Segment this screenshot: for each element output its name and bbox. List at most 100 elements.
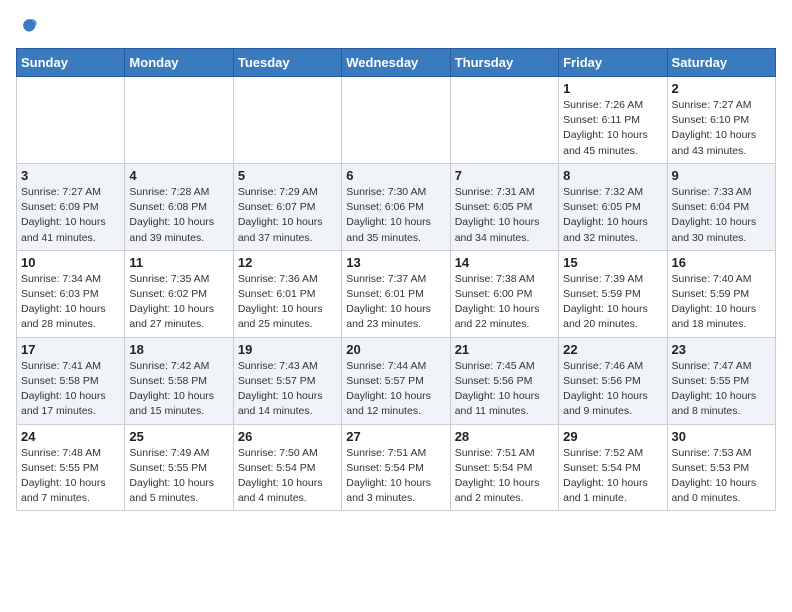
logo — [16, 16, 40, 38]
day-info: Sunrise: 7:35 AM Sunset: 6:02 PM Dayligh… — [129, 272, 228, 333]
calendar-header-row: SundayMondayTuesdayWednesdayThursdayFrid… — [17, 49, 776, 77]
calendar-header-friday: Friday — [559, 49, 667, 77]
day-info: Sunrise: 7:27 AM Sunset: 6:10 PM Dayligh… — [672, 98, 771, 159]
calendar-header-thursday: Thursday — [450, 49, 558, 77]
calendar-cell: 23 Sunrise: 7:47 AM Sunset: 5:55 PM Dayli… — [667, 337, 775, 424]
calendar-cell — [125, 77, 233, 164]
day-info: Sunrise: 7:34 AM Sunset: 6:03 PM Dayligh… — [21, 272, 120, 333]
calendar-header-sunday: Sunday — [17, 49, 125, 77]
calendar-cell: 17 Sunrise: 7:41 AM Sunset: 5:58 PM Dayli… — [17, 337, 125, 424]
day-info: Sunrise: 7:48 AM Sunset: 5:55 PM Dayligh… — [21, 446, 120, 507]
day-info: Sunrise: 7:43 AM Sunset: 5:57 PM Dayligh… — [238, 359, 337, 420]
calendar-cell: 24 Sunrise: 7:48 AM Sunset: 5:55 PM Dayli… — [17, 424, 125, 511]
calendar-cell — [450, 77, 558, 164]
day-number: 19 — [238, 342, 337, 357]
day-info: Sunrise: 7:50 AM Sunset: 5:54 PM Dayligh… — [238, 446, 337, 507]
calendar-cell: 26 Sunrise: 7:50 AM Sunset: 5:54 PM Dayli… — [233, 424, 341, 511]
day-info: Sunrise: 7:46 AM Sunset: 5:56 PM Dayligh… — [563, 359, 662, 420]
calendar-cell: 14 Sunrise: 7:38 AM Sunset: 6:00 PM Dayli… — [450, 250, 558, 337]
day-info: Sunrise: 7:42 AM Sunset: 5:58 PM Dayligh… — [129, 359, 228, 420]
calendar-cell: 29 Sunrise: 7:52 AM Sunset: 5:54 PM Dayli… — [559, 424, 667, 511]
day-number: 28 — [455, 429, 554, 444]
calendar-table: SundayMondayTuesdayWednesdayThursdayFrid… — [16, 48, 776, 511]
calendar-cell: 8 Sunrise: 7:32 AM Sunset: 6:05 PM Daylig… — [559, 163, 667, 250]
day-number: 11 — [129, 255, 228, 270]
day-number: 23 — [672, 342, 771, 357]
day-number: 26 — [238, 429, 337, 444]
day-number: 17 — [21, 342, 120, 357]
day-info: Sunrise: 7:29 AM Sunset: 6:07 PM Dayligh… — [238, 185, 337, 246]
day-number: 4 — [129, 168, 228, 183]
calendar-cell: 28Sunrise: 7:51 AM Sunset: 5:54 PM Dayli… — [450, 424, 558, 511]
day-info: Sunrise: 7:26 AM Sunset: 6:11 PM Dayligh… — [563, 98, 662, 159]
day-info: Sunrise: 7:39 AM Sunset: 5:59 PM Dayligh… — [563, 272, 662, 333]
calendar-cell: 15 Sunrise: 7:39 AM Sunset: 5:59 PM Dayli… — [559, 250, 667, 337]
calendar-cell: 9Sunrise: 7:33 AM Sunset: 6:04 PM Daylig… — [667, 163, 775, 250]
calendar-cell — [233, 77, 341, 164]
logo-bird-icon — [18, 16, 40, 38]
calendar-header-monday: Monday — [125, 49, 233, 77]
day-number: 6 — [346, 168, 445, 183]
calendar-week-2: 3 Sunrise: 7:27 AM Sunset: 6:09 PM Daylig… — [17, 163, 776, 250]
calendar-cell: 30 Sunrise: 7:53 AM Sunset: 5:53 PM Dayli… — [667, 424, 775, 511]
calendar-header-wednesday: Wednesday — [342, 49, 450, 77]
calendar-cell: 11 Sunrise: 7:35 AM Sunset: 6:02 PM Dayli… — [125, 250, 233, 337]
calendar-cell: 5 Sunrise: 7:29 AM Sunset: 6:07 PM Daylig… — [233, 163, 341, 250]
day-info: Sunrise: 7:31 AM Sunset: 6:05 PM Dayligh… — [455, 185, 554, 246]
calendar-week-3: 10 Sunrise: 7:34 AM Sunset: 6:03 PM Dayli… — [17, 250, 776, 337]
day-number: 30 — [672, 429, 771, 444]
day-info: Sunrise: 7:44 AM Sunset: 5:57 PM Dayligh… — [346, 359, 445, 420]
calendar-cell: 21 Sunrise: 7:45 AM Sunset: 5:56 PM Dayli… — [450, 337, 558, 424]
day-number: 3 — [21, 168, 120, 183]
calendar-week-5: 24 Sunrise: 7:48 AM Sunset: 5:55 PM Dayli… — [17, 424, 776, 511]
calendar-week-1: 1Sunrise: 7:26 AM Sunset: 6:11 PM Daylig… — [17, 77, 776, 164]
day-info: Sunrise: 7:37 AM Sunset: 6:01 PM Dayligh… — [346, 272, 445, 333]
calendar-cell: 13 Sunrise: 7:37 AM Sunset: 6:01 PM Dayli… — [342, 250, 450, 337]
calendar-cell: 18 Sunrise: 7:42 AM Sunset: 5:58 PM Dayli… — [125, 337, 233, 424]
calendar-cell: 10 Sunrise: 7:34 AM Sunset: 6:03 PM Dayli… — [17, 250, 125, 337]
day-info: Sunrise: 7:27 AM Sunset: 6:09 PM Dayligh… — [21, 185, 120, 246]
day-info: Sunrise: 7:32 AM Sunset: 6:05 PM Dayligh… — [563, 185, 662, 246]
day-info: Sunrise: 7:47 AM Sunset: 5:55 PM Dayligh… — [672, 359, 771, 420]
calendar-header-tuesday: Tuesday — [233, 49, 341, 77]
day-number: 29 — [563, 429, 662, 444]
day-info: Sunrise: 7:53 AM Sunset: 5:53 PM Dayligh… — [672, 446, 771, 507]
day-info: Sunrise: 7:52 AM Sunset: 5:54 PM Dayligh… — [563, 446, 662, 507]
day-number: 7 — [455, 168, 554, 183]
day-number: 8 — [563, 168, 662, 183]
day-info: Sunrise: 7:36 AM Sunset: 6:01 PM Dayligh… — [238, 272, 337, 333]
calendar-cell: 6 Sunrise: 7:30 AM Sunset: 6:06 PM Daylig… — [342, 163, 450, 250]
day-number: 13 — [346, 255, 445, 270]
calendar-cell: 19 Sunrise: 7:43 AM Sunset: 5:57 PM Dayli… — [233, 337, 341, 424]
day-number: 2 — [672, 81, 771, 96]
day-info: Sunrise: 7:49 AM Sunset: 5:55 PM Dayligh… — [129, 446, 228, 507]
calendar-cell: 7 Sunrise: 7:31 AM Sunset: 6:05 PM Daylig… — [450, 163, 558, 250]
day-info: Sunrise: 7:41 AM Sunset: 5:58 PM Dayligh… — [21, 359, 120, 420]
calendar-cell: 16Sunrise: 7:40 AM Sunset: 5:59 PM Dayli… — [667, 250, 775, 337]
day-number: 27 — [346, 429, 445, 444]
calendar-cell: 27 Sunrise: 7:51 AM Sunset: 5:54 PM Dayli… — [342, 424, 450, 511]
page-header — [16, 16, 776, 38]
calendar-header-saturday: Saturday — [667, 49, 775, 77]
day-number: 15 — [563, 255, 662, 270]
calendar-cell: 2 Sunrise: 7:27 AM Sunset: 6:10 PM Daylig… — [667, 77, 775, 164]
day-info: Sunrise: 7:38 AM Sunset: 6:00 PM Dayligh… — [455, 272, 554, 333]
day-number: 10 — [21, 255, 120, 270]
calendar-cell: 4 Sunrise: 7:28 AM Sunset: 6:08 PM Daylig… — [125, 163, 233, 250]
day-number: 5 — [238, 168, 337, 183]
day-number: 18 — [129, 342, 228, 357]
day-number: 20 — [346, 342, 445, 357]
day-number: 21 — [455, 342, 554, 357]
calendar-cell — [342, 77, 450, 164]
day-number: 14 — [455, 255, 554, 270]
day-number: 24 — [21, 429, 120, 444]
day-number: 25 — [129, 429, 228, 444]
calendar-cell: 1Sunrise: 7:26 AM Sunset: 6:11 PM Daylig… — [559, 77, 667, 164]
calendar-cell: 12Sunrise: 7:36 AM Sunset: 6:01 PM Dayli… — [233, 250, 341, 337]
day-info: Sunrise: 7:51 AM Sunset: 5:54 PM Dayligh… — [346, 446, 445, 507]
day-info: Sunrise: 7:30 AM Sunset: 6:06 PM Dayligh… — [346, 185, 445, 246]
day-info: Sunrise: 7:28 AM Sunset: 6:08 PM Dayligh… — [129, 185, 228, 246]
day-info: Sunrise: 7:45 AM Sunset: 5:56 PM Dayligh… — [455, 359, 554, 420]
calendar-week-4: 17 Sunrise: 7:41 AM Sunset: 5:58 PM Dayli… — [17, 337, 776, 424]
day-number: 9 — [672, 168, 771, 183]
